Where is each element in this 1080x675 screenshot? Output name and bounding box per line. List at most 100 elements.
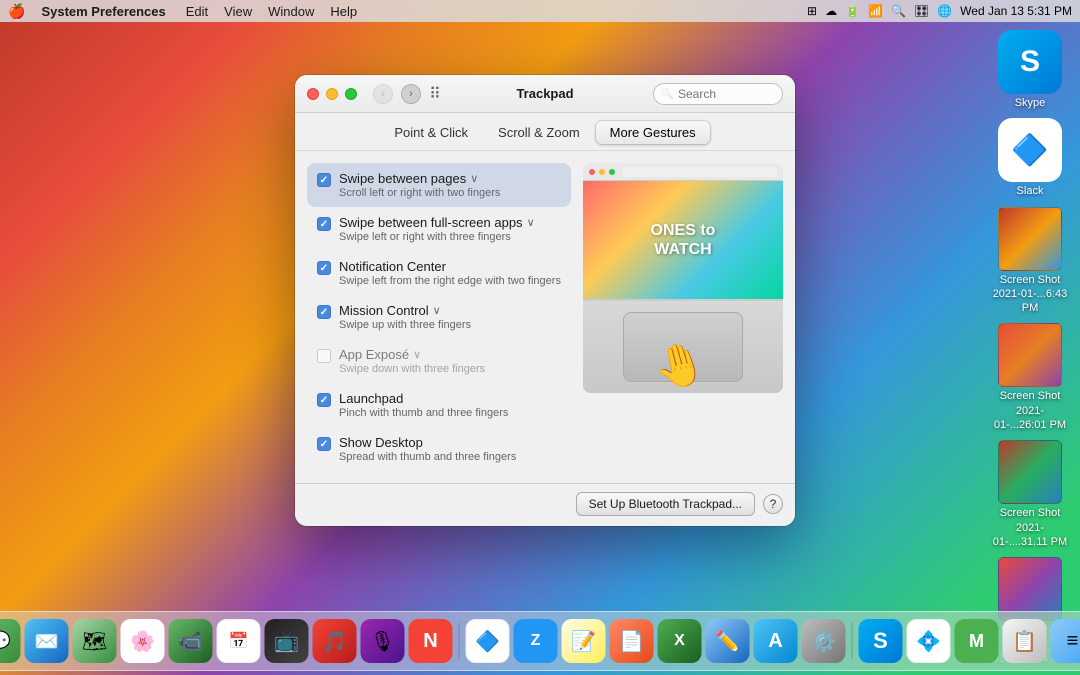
dock-item-pencil[interactable]: ✏️ xyxy=(706,619,750,663)
dock-item-news[interactable]: N xyxy=(409,619,453,663)
gesture-text-mission-control: Mission Control ∨ Swipe up with three fi… xyxy=(339,303,561,331)
desktop-icon-screenshot3[interactable]: Screen Shot2021-01-....31.11 PM xyxy=(990,440,1070,549)
search-wrapper: 🔍 xyxy=(653,83,783,105)
desktop-icon-screenshot1[interactable]: Screen Shot2021-01-...6:43 PM xyxy=(990,207,1070,316)
dock-item-tv[interactable]: 📺 xyxy=(265,619,309,663)
dock-item-maps[interactable]: 🗺 xyxy=(73,619,117,663)
menu-bar-control[interactable]: 🎛 xyxy=(914,4,929,18)
news-icon: N xyxy=(423,630,437,653)
dock-item-sidebar[interactable]: ≡ xyxy=(1051,619,1080,663)
apple-menu[interactable]: 🍎 xyxy=(8,3,25,20)
tab-more-gestures[interactable]: More Gestures xyxy=(596,121,710,144)
dock-item-zoom[interactable]: Z xyxy=(514,619,558,663)
facetime-icon: 📹 xyxy=(178,629,203,654)
dock-item-notes[interactable]: 📝 xyxy=(562,619,606,663)
skype-app-icon: S xyxy=(998,30,1062,94)
tab-point-click[interactable]: Point & Click xyxy=(380,121,482,144)
gesture-name-app-expose: App Exposé ∨ xyxy=(339,347,561,362)
dock-item-excel[interactable]: X xyxy=(658,619,702,663)
checkbox-app-expose[interactable] xyxy=(317,349,331,363)
gesture-item-show-desktop[interactable]: ✓ Show Desktop Spread with thumb and thr… xyxy=(307,427,571,471)
checkbox-notification[interactable]: ✓ xyxy=(317,261,331,275)
dock-item-calendar[interactable]: 📅 xyxy=(217,619,261,663)
preview-image: ONES to WATCH xyxy=(583,163,783,393)
window-title: Trackpad xyxy=(516,86,573,101)
messages-icon: 💬 xyxy=(0,629,11,654)
checkbox-swipe-pages[interactable]: ✓ xyxy=(317,173,331,187)
menu-bar-flag[interactable]: 🌐 xyxy=(937,4,952,18)
dock-item-messages[interactable]: 💬 xyxy=(0,619,21,663)
checkmark: ✓ xyxy=(320,395,328,406)
gesture-item-mission-control[interactable]: ✓ Mission Control ∨ Swipe up with three … xyxy=(307,295,571,339)
dock-item-skype[interactable]: S xyxy=(859,619,903,663)
preview-content-area: ONES to WATCH xyxy=(583,181,783,299)
appstore-icon: A xyxy=(768,630,782,653)
menu-window[interactable]: Window xyxy=(260,4,322,19)
desktop-icon-skype[interactable]: S Skype xyxy=(990,30,1070,110)
app-name[interactable]: System Preferences xyxy=(33,4,173,19)
screenshot1-label: Screen Shot2021-01-...6:43 PM xyxy=(990,273,1070,316)
music-icon: 🎵 xyxy=(322,629,347,654)
gesture-item-swipe-fullscreen[interactable]: ✓ Swipe between full-screen apps ∨ Swipe… xyxy=(307,207,571,251)
gesture-item-app-expose[interactable]: App Exposé ∨ Swipe down with three finge… xyxy=(307,339,571,383)
window-nav: ‹ › xyxy=(373,84,421,104)
menu-view[interactable]: View xyxy=(216,4,260,19)
back-button[interactable]: ‹ xyxy=(373,84,393,104)
desktop-icon-screenshot2[interactable]: Screen Shot2021-01-...26:01 PM xyxy=(990,323,1070,432)
tab-scroll-zoom[interactable]: Scroll & Zoom xyxy=(484,121,594,144)
bluetooth-trackpad-button[interactable]: Set Up Bluetooth Trackpad... xyxy=(576,492,755,516)
forward-button[interactable]: › xyxy=(401,84,421,104)
dock-item-sysprefs[interactable]: ⚙️ xyxy=(802,619,846,663)
desktop-icon-slack[interactable]: 🔷 Slack xyxy=(990,118,1070,198)
excel-icon: X xyxy=(674,632,685,650)
menu-bar-right: ⊞ ☁ 🔋 📶 🔍 🎛 🌐 Wed Jan 13 5:31 PM xyxy=(807,4,1072,18)
gesture-name-swipe-fullscreen: Swipe between full-screen apps ∨ xyxy=(339,215,561,230)
gesture-item-notification[interactable]: ✓ Notification Center Swipe left from th… xyxy=(307,251,571,295)
help-button[interactable]: ? xyxy=(763,494,783,514)
dock: 😊 ⠿ 🧭 💬 ✉️ 🗺 🌸 📹 📅 xyxy=(0,611,1080,671)
gesture-desc-swipe-pages: Scroll left or right with two fingers xyxy=(339,187,561,199)
dock-item-podcasts[interactable]: 🎙 xyxy=(361,619,405,663)
minimize-button[interactable] xyxy=(326,88,338,100)
checkbox-launchpad[interactable]: ✓ xyxy=(317,393,331,407)
dock-item-slack[interactable]: 🔷 xyxy=(466,619,510,663)
dock-item-appstore[interactable]: A xyxy=(754,619,798,663)
dock-item-music[interactable]: 🎵 xyxy=(313,619,357,663)
dock-separator-2 xyxy=(852,623,853,659)
gesture-arrow-fullscreen: ∨ xyxy=(527,216,535,229)
menu-help[interactable]: Help xyxy=(322,4,365,19)
browser-dot-yellow xyxy=(599,169,605,175)
gesture-text-notification: Notification Center Swipe left from the … xyxy=(339,259,561,287)
gesture-text-app-expose: App Exposé ∨ Swipe down with three finge… xyxy=(339,347,561,375)
menu-bar-search[interactable]: 🔍 xyxy=(891,4,906,18)
maximize-button[interactable] xyxy=(345,88,357,100)
gesture-desc-app-expose: Swipe down with three fingers xyxy=(339,363,561,375)
gesture-item-swipe-pages[interactable]: ✓ Swipe between pages ∨ Scroll left or r… xyxy=(307,163,571,207)
dock-item-clipboard[interactable]: 📋 xyxy=(1003,619,1047,663)
dock-item-meet[interactable]: M xyxy=(955,619,999,663)
desktop: 🍎 System Preferences Edit View Window He… xyxy=(0,0,1080,675)
checkmark: ✓ xyxy=(320,219,328,230)
close-button[interactable] xyxy=(307,88,319,100)
dock-item-photos[interactable]: 🌸 xyxy=(121,619,165,663)
checkbox-swipe-fullscreen[interactable]: ✓ xyxy=(317,217,331,231)
menu-bar-wifi[interactable]: 📶 xyxy=(868,4,883,18)
gesture-item-launchpad[interactable]: ✓ Launchpad Pinch with thumb and three f… xyxy=(307,383,571,427)
search-input[interactable] xyxy=(653,83,783,105)
menu-bar-battery[interactable]: 🔋 xyxy=(845,4,860,18)
grid-view-button[interactable]: ⠿ xyxy=(425,84,445,104)
gesture-text-show-desktop: Show Desktop Spread with thumb and three… xyxy=(339,435,561,463)
dock-item-slack2[interactable]: 💠 xyxy=(907,619,951,663)
window-content: ✓ Swipe between pages ∨ Scroll left or r… xyxy=(295,151,795,483)
gesture-arrow-expose: ∨ xyxy=(413,348,421,361)
menu-bar-icon-tv[interactable]: ⊞ xyxy=(807,4,817,18)
dock-item-facetime[interactable]: 📹 xyxy=(169,619,213,663)
dock-item-mail[interactable]: ✉️ xyxy=(25,619,69,663)
meet-icon: M xyxy=(969,631,984,652)
menu-bar-icon-cloud[interactable]: ☁ xyxy=(825,4,837,18)
checkbox-mission-control[interactable]: ✓ xyxy=(317,305,331,319)
menu-bar-time: Wed Jan 13 5:31 PM xyxy=(960,4,1072,18)
checkbox-show-desktop[interactable]: ✓ xyxy=(317,437,331,451)
dock-item-pages[interactable]: 📄 xyxy=(610,619,654,663)
menu-edit[interactable]: Edit xyxy=(178,4,216,19)
